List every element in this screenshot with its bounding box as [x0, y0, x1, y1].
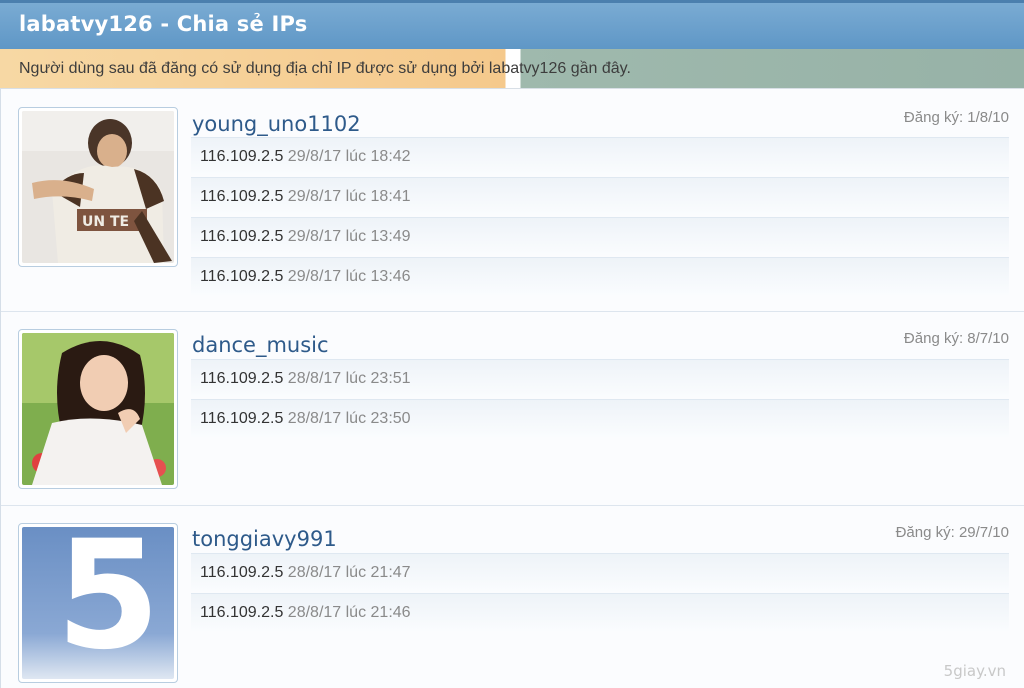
ip-row: 116.109.2.5 28/8/17 lúc 21:46: [191, 593, 1009, 631]
description-bar: Người dùng sau đã đăng có sử dụng địa ch…: [0, 49, 1024, 89]
ip-address[interactable]: 116.109.2.5: [200, 604, 283, 621]
ip-row: 116.109.2.5 29/8/17 lúc 18:42: [191, 137, 1009, 175]
ip-row: 116.109.2.5 29/8/17 lúc 13:46: [191, 257, 1009, 295]
ip-entries: 116.109.2.5 28/8/17 lúc 23:51 116.109.2.…: [191, 359, 1009, 439]
ip-address[interactable]: 116.109.2.5: [200, 148, 283, 165]
ip-address[interactable]: 116.109.2.5: [200, 228, 283, 245]
shared-ip-list: UN TE young_uno1102 Đăng ký: 1/8/10 116.…: [0, 89, 1024, 688]
ip-row: 116.109.2.5 29/8/17 lúc 13:49: [191, 217, 1009, 255]
svg-text:UN TE: UN TE: [82, 214, 129, 230]
registration-date: Đăng ký: 1/8/10: [903, 109, 1009, 126]
ip-address[interactable]: 116.109.2.5: [200, 410, 283, 427]
member-username[interactable]: tonggiavy991: [192, 527, 337, 551]
description-text: Người dùng sau đã đăng có sử dụng địa ch…: [19, 60, 631, 77]
overlay-title-bar: labatvy126 - Chia sẻ IPs: [0, 0, 1024, 49]
ip-time: 28/8/17 lúc 21:46: [287, 604, 411, 621]
ip-address[interactable]: 116.109.2.5: [200, 268, 283, 285]
avatar[interactable]: UN TE: [18, 107, 178, 267]
ip-time: 28/8/17 lúc 23:51: [287, 370, 411, 387]
photo-young-woman: [22, 333, 174, 485]
avatar[interactable]: 5: [18, 523, 178, 683]
ip-time: 28/8/17 lúc 21:47: [287, 564, 411, 581]
number-5-avatar: 5: [22, 527, 174, 679]
avatar-digit: 5: [56, 527, 161, 679]
ip-time: 28/8/17 lúc 23:50: [287, 410, 411, 427]
ip-entries: 116.109.2.5 29/8/17 lúc 18:42 116.109.2.…: [191, 137, 1009, 297]
member-item: UN TE young_uno1102 Đăng ký: 1/8/10 116.…: [1, 89, 1024, 312]
member-username[interactable]: dance_music: [192, 333, 329, 357]
ip-address[interactable]: 116.109.2.5: [200, 564, 283, 581]
ip-time: 29/8/17 lúc 18:41: [287, 188, 411, 205]
watermark: 5giay.vn: [943, 662, 1006, 680]
ip-time: 29/8/17 lúc 13:49: [287, 228, 411, 245]
ip-row: 116.109.2.5 28/8/17 lúc 23:50: [191, 399, 1009, 437]
ip-row: 116.109.2.5 28/8/17 lúc 21:47: [191, 553, 1009, 591]
member-item: 5 tonggiavy991 Đăng ký: 29/7/10 116.109.…: [1, 506, 1024, 688]
ip-address[interactable]: 116.109.2.5: [200, 370, 283, 387]
overlay-title: labatvy126 - Chia sẻ IPs: [19, 12, 308, 36]
photo-young-man: UN TE: [22, 111, 174, 263]
ip-row: 116.109.2.5 29/8/17 lúc 18:41: [191, 177, 1009, 215]
ip-entries: 116.109.2.5 28/8/17 lúc 21:47 116.109.2.…: [191, 553, 1009, 633]
ip-row: 116.109.2.5 28/8/17 lúc 23:51: [191, 359, 1009, 397]
ip-time: 29/8/17 lúc 18:42: [287, 148, 411, 165]
member-item: dance_music Đăng ký: 8/7/10 116.109.2.5 …: [1, 312, 1024, 506]
page: labatvy126 - Chia sẻ IPs Người dùng sau …: [0, 0, 1024, 688]
registration-date: Đăng ký: 29/7/10: [895, 524, 1009, 541]
ip-time: 29/8/17 lúc 13:46: [287, 268, 411, 285]
ip-address[interactable]: 116.109.2.5: [200, 188, 283, 205]
member-username[interactable]: young_uno1102: [192, 112, 361, 136]
avatar[interactable]: [18, 329, 178, 489]
registration-date: Đăng ký: 8/7/10: [903, 330, 1009, 347]
